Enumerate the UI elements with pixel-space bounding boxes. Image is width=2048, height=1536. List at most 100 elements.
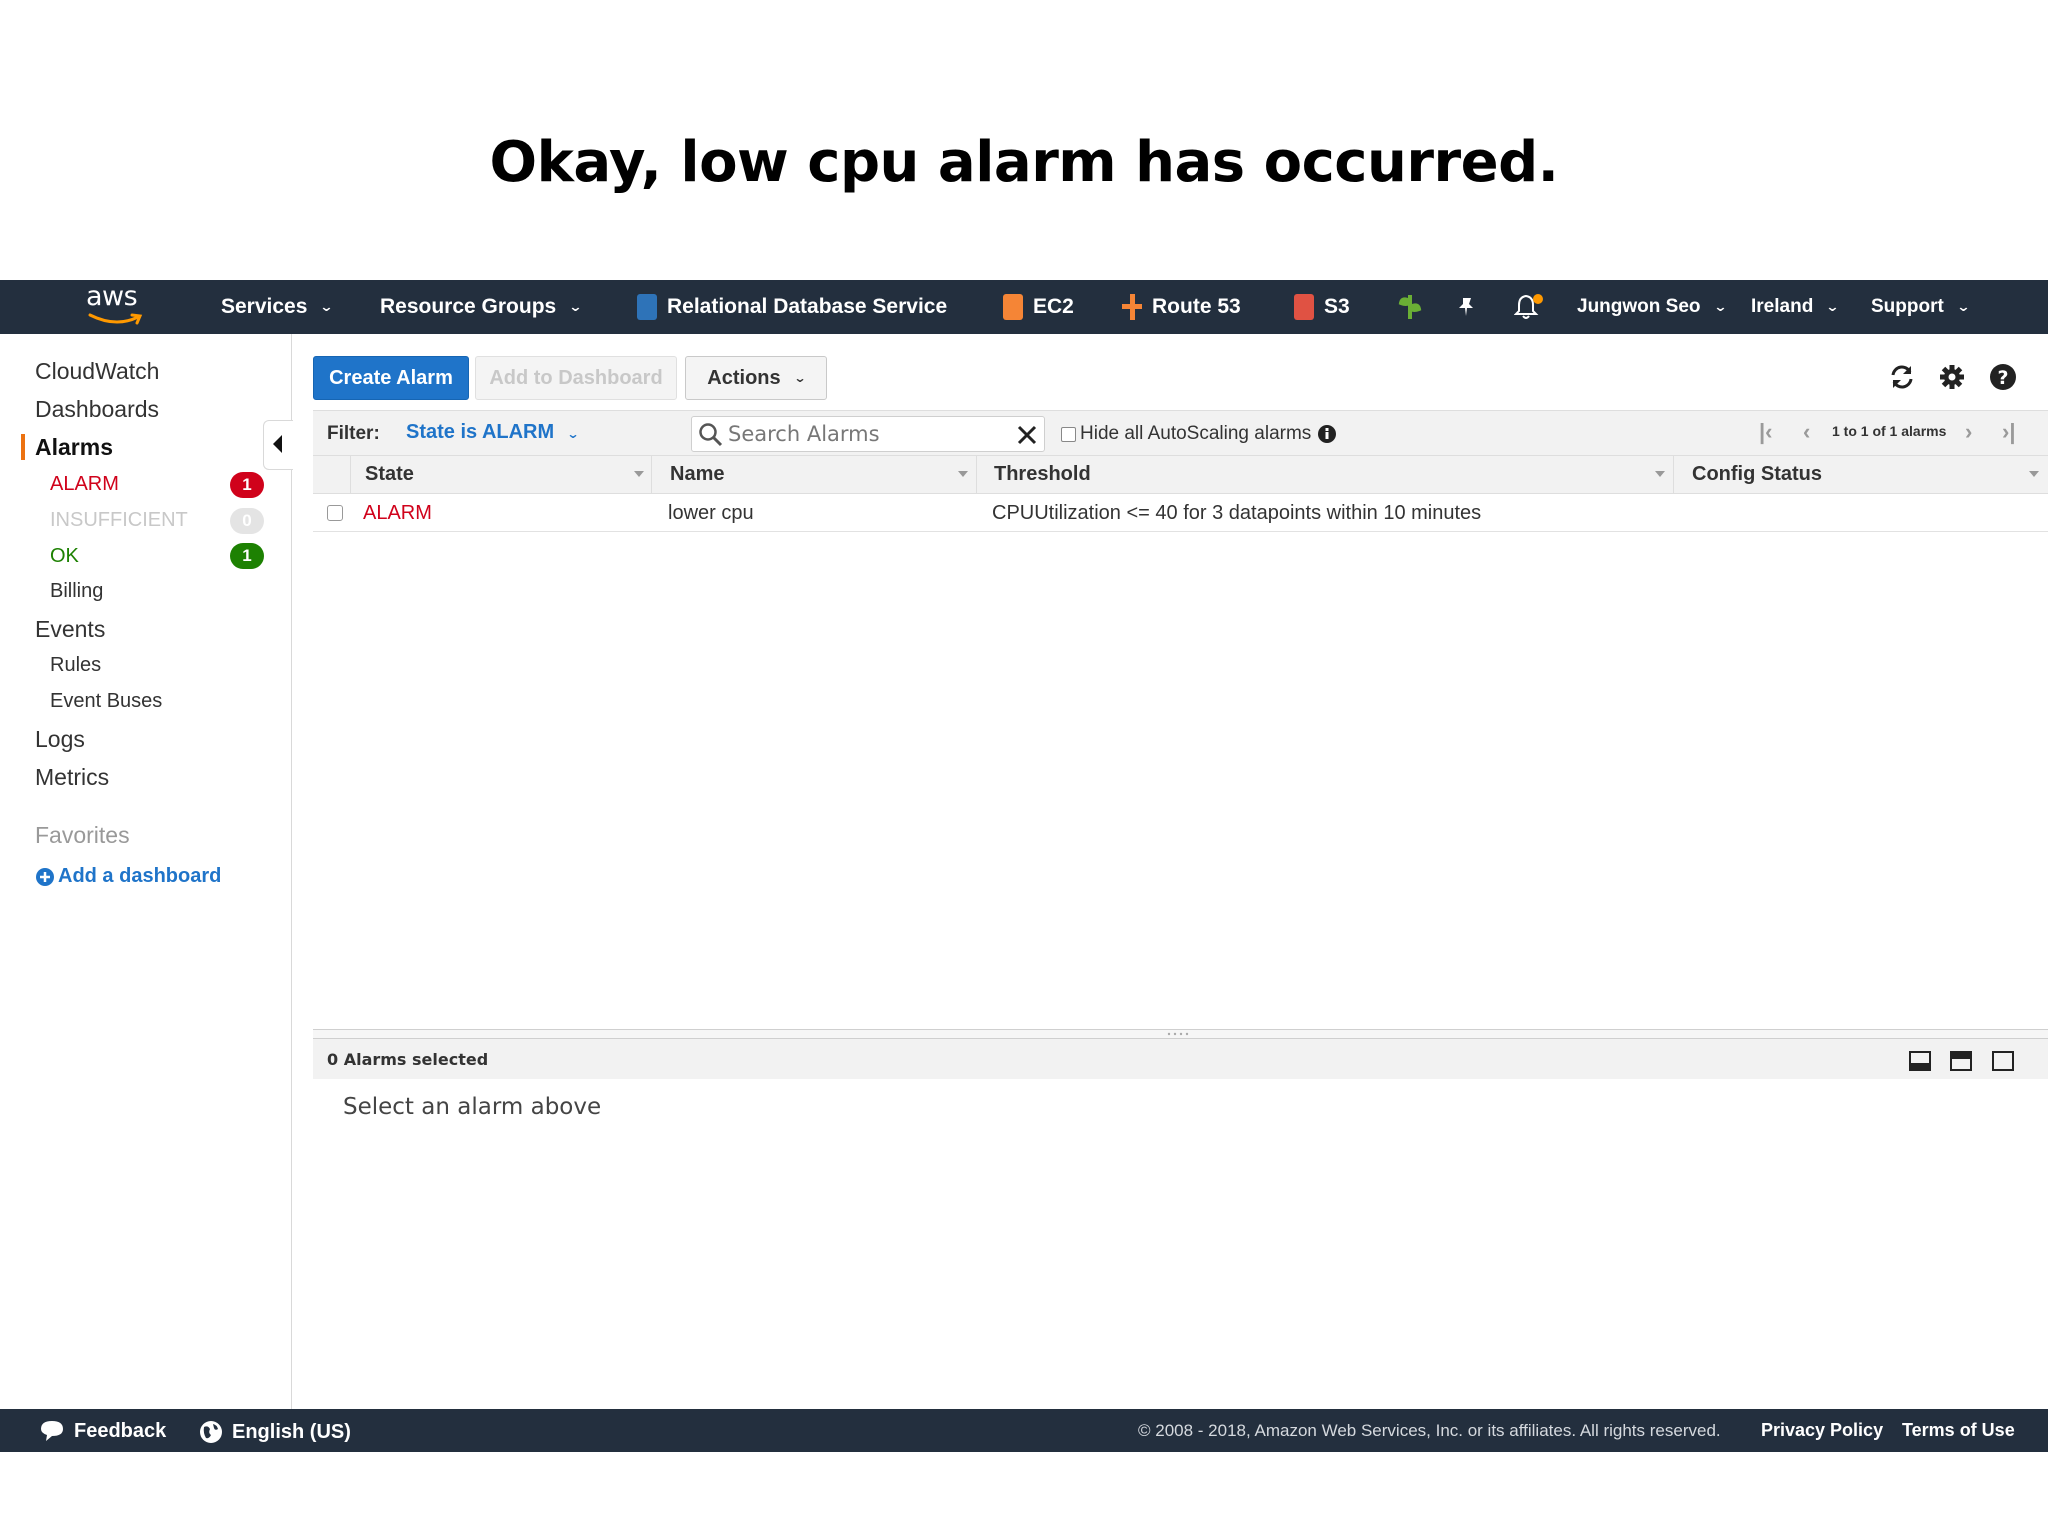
sidebar-item-alarm-state[interactable]: ALARM (50, 473, 119, 496)
sort-caret-icon[interactable] (1655, 471, 1665, 477)
sidebar-item-dashboards[interactable]: Dashboards (35, 396, 159, 423)
sidebar-item-cloudwatch[interactable]: CloudWatch (35, 358, 159, 385)
pane-bottom-icon[interactable] (1909, 1051, 1931, 1071)
sidebar-item-ok-state[interactable]: OK (50, 545, 79, 568)
aws-logo[interactable]: aws (86, 282, 146, 330)
filter-bar: Filter: State is ALARM⌄ Hide all AutoSca… (313, 410, 2048, 456)
svg-text:?: ? (1997, 367, 2008, 389)
table-row[interactable]: ALARM lower cpu CPUUtilization <= 40 for… (313, 494, 2048, 532)
search-input[interactable] (728, 419, 1008, 449)
column-header-threshold[interactable]: Threshold (994, 463, 1091, 486)
favorites-heading: Favorites (35, 822, 130, 848)
main-content: Create Alarm Add to Dashboard Actions ⌄ ?… (313, 334, 2048, 1410)
support-menu[interactable]: Support ⌄ (1871, 280, 1970, 334)
help-icon[interactable]: ? (1988, 362, 2018, 392)
caret-left-icon (273, 435, 282, 453)
region-menu[interactable]: Ireland ⌄ (1751, 280, 1840, 334)
column-header-name[interactable]: Name (670, 463, 724, 486)
table-header: State Name Threshold Config Status (313, 456, 2048, 494)
sidebar-item-logs[interactable]: Logs (35, 726, 85, 753)
insufficient-count-badge: 0 (230, 508, 264, 534)
chevron-down-icon: ⌄ (568, 299, 583, 314)
previous-page-icon[interactable]: ‹ (1803, 419, 1810, 445)
shortcut-elastic-beanstalk[interactable] (1398, 280, 1422, 334)
pagination-info: 1 to 1 of 1 alarms (1832, 423, 1947, 439)
notifications-button[interactable] (1514, 280, 1544, 334)
filter-dropdown[interactable]: State is ALARM ⌄ (406, 421, 580, 444)
route53-icon (1122, 294, 1142, 320)
pane-split-icon[interactable] (1950, 1051, 1972, 1071)
cell-state: ALARM (363, 502, 432, 524)
sidebar-item-billing[interactable]: Billing (50, 580, 103, 603)
column-header-state[interactable]: State (365, 463, 414, 486)
sidebar: CloudWatch Dashboards Alarms ALARM 1 INS… (0, 334, 293, 1410)
shortcut-s3[interactable]: S3 (1294, 280, 1350, 334)
plus-circle-icon (36, 867, 54, 886)
sidebar-item-metrics[interactable]: Metrics (35, 764, 109, 791)
collapse-sidebar-button[interactable] (263, 420, 293, 470)
refresh-icon[interactable] (1887, 362, 1917, 392)
pin-button[interactable] (1456, 280, 1476, 334)
last-page-icon[interactable]: ›| (2002, 419, 2015, 445)
shortcut-route53[interactable]: Route 53 (1122, 280, 1241, 334)
chevron-down-icon: ⌄ (319, 299, 334, 314)
pane-maximize-icon[interactable] (1992, 1051, 2014, 1071)
services-menu[interactable]: Services ⌄ (221, 280, 334, 334)
sort-caret-icon[interactable] (634, 471, 644, 477)
search-box (691, 416, 1045, 452)
first-page-icon[interactable]: |‹ (1759, 419, 1772, 445)
sidebar-item-alarms[interactable]: Alarms (35, 434, 113, 461)
toolbar: Create Alarm Add to Dashboard Actions ⌄ ? (313, 356, 2048, 400)
chevron-down-icon: ⌄ (1712, 299, 1728, 314)
gear-icon[interactable] (1937, 362, 1967, 392)
create-alarm-button[interactable]: Create Alarm (313, 356, 469, 400)
terms-of-use-link[interactable]: Terms of Use (1902, 1420, 2015, 1441)
pin-icon (1459, 298, 1473, 316)
sidebar-item-rules[interactable]: Rules (50, 654, 101, 677)
aws-smile-icon (88, 313, 143, 325)
beanstalk-icon (1398, 295, 1422, 319)
slide-title: Okay, low cpu alarm has occurred. (489, 130, 1559, 195)
drag-handle-icon (1167, 1032, 1189, 1036)
add-to-dashboard-button[interactable]: Add to Dashboard (475, 356, 677, 400)
details-empty-message: Select an alarm above (343, 1094, 602, 1120)
sort-caret-icon[interactable] (2029, 471, 2039, 477)
search-icon (699, 423, 723, 447)
details-bar: 0 Alarms selected (313, 1039, 2048, 1079)
rds-icon (637, 294, 657, 320)
ec2-icon (1003, 294, 1023, 320)
top-navigation-bar: aws Services ⌄ Resource Groups ⌄ Relationa… (0, 280, 2048, 334)
active-indicator (21, 434, 25, 460)
feedback-link[interactable]: Feedback (38, 1419, 166, 1443)
s3-icon (1294, 294, 1314, 320)
sidebar-item-event-buses[interactable]: Event Buses (50, 690, 162, 713)
chevron-down-icon: ⌄ (793, 371, 807, 385)
sidebar-item-events[interactable]: Events (35, 616, 105, 643)
shortcut-rds[interactable]: Relational Database Service (637, 280, 947, 334)
pane-splitter[interactable] (313, 1029, 2048, 1039)
shortcut-ec2[interactable]: EC2 (1003, 280, 1074, 334)
hide-autoscaling-checkbox[interactable] (1061, 426, 1076, 442)
hide-autoscaling-toggle[interactable]: Hide all AutoScaling alarms (1061, 423, 1337, 445)
row-checkbox[interactable] (327, 505, 343, 521)
clear-search-icon[interactable] (1016, 424, 1038, 446)
ok-count-badge: 1 (230, 543, 264, 569)
info-icon[interactable] (1317, 424, 1337, 444)
selected-count: 0 Alarms selected (327, 1050, 489, 1069)
speech-bubble-icon (41, 1421, 63, 1441)
filter-label: Filter: (327, 423, 380, 444)
privacy-policy-link[interactable]: Privacy Policy (1761, 1420, 1883, 1441)
user-menu[interactable]: Jungwon Seo ⌄ (1577, 280, 1728, 334)
cell-name: lower cpu (668, 502, 754, 524)
next-page-icon[interactable]: › (1965, 419, 1972, 445)
footer: Feedback English (US) © 2008 - 2018, Ama… (0, 1409, 2048, 1452)
resource-groups-menu[interactable]: Resource Groups ⌄ (380, 280, 583, 334)
add-dashboard-link[interactable]: Add a dashboard (35, 865, 221, 888)
column-header-config-status[interactable]: Config Status (1692, 463, 1822, 486)
chevron-down-icon: ⌄ (1825, 299, 1840, 314)
language-selector[interactable]: English (US) (198, 1419, 351, 1445)
sidebar-item-insufficient-state[interactable]: INSUFFICIENT (50, 509, 188, 532)
actions-button[interactable]: Actions ⌄ (685, 356, 827, 400)
sort-caret-icon[interactable] (958, 471, 968, 477)
cell-threshold: CPUUtilization <= 40 for 3 datapoints wi… (992, 502, 1482, 524)
